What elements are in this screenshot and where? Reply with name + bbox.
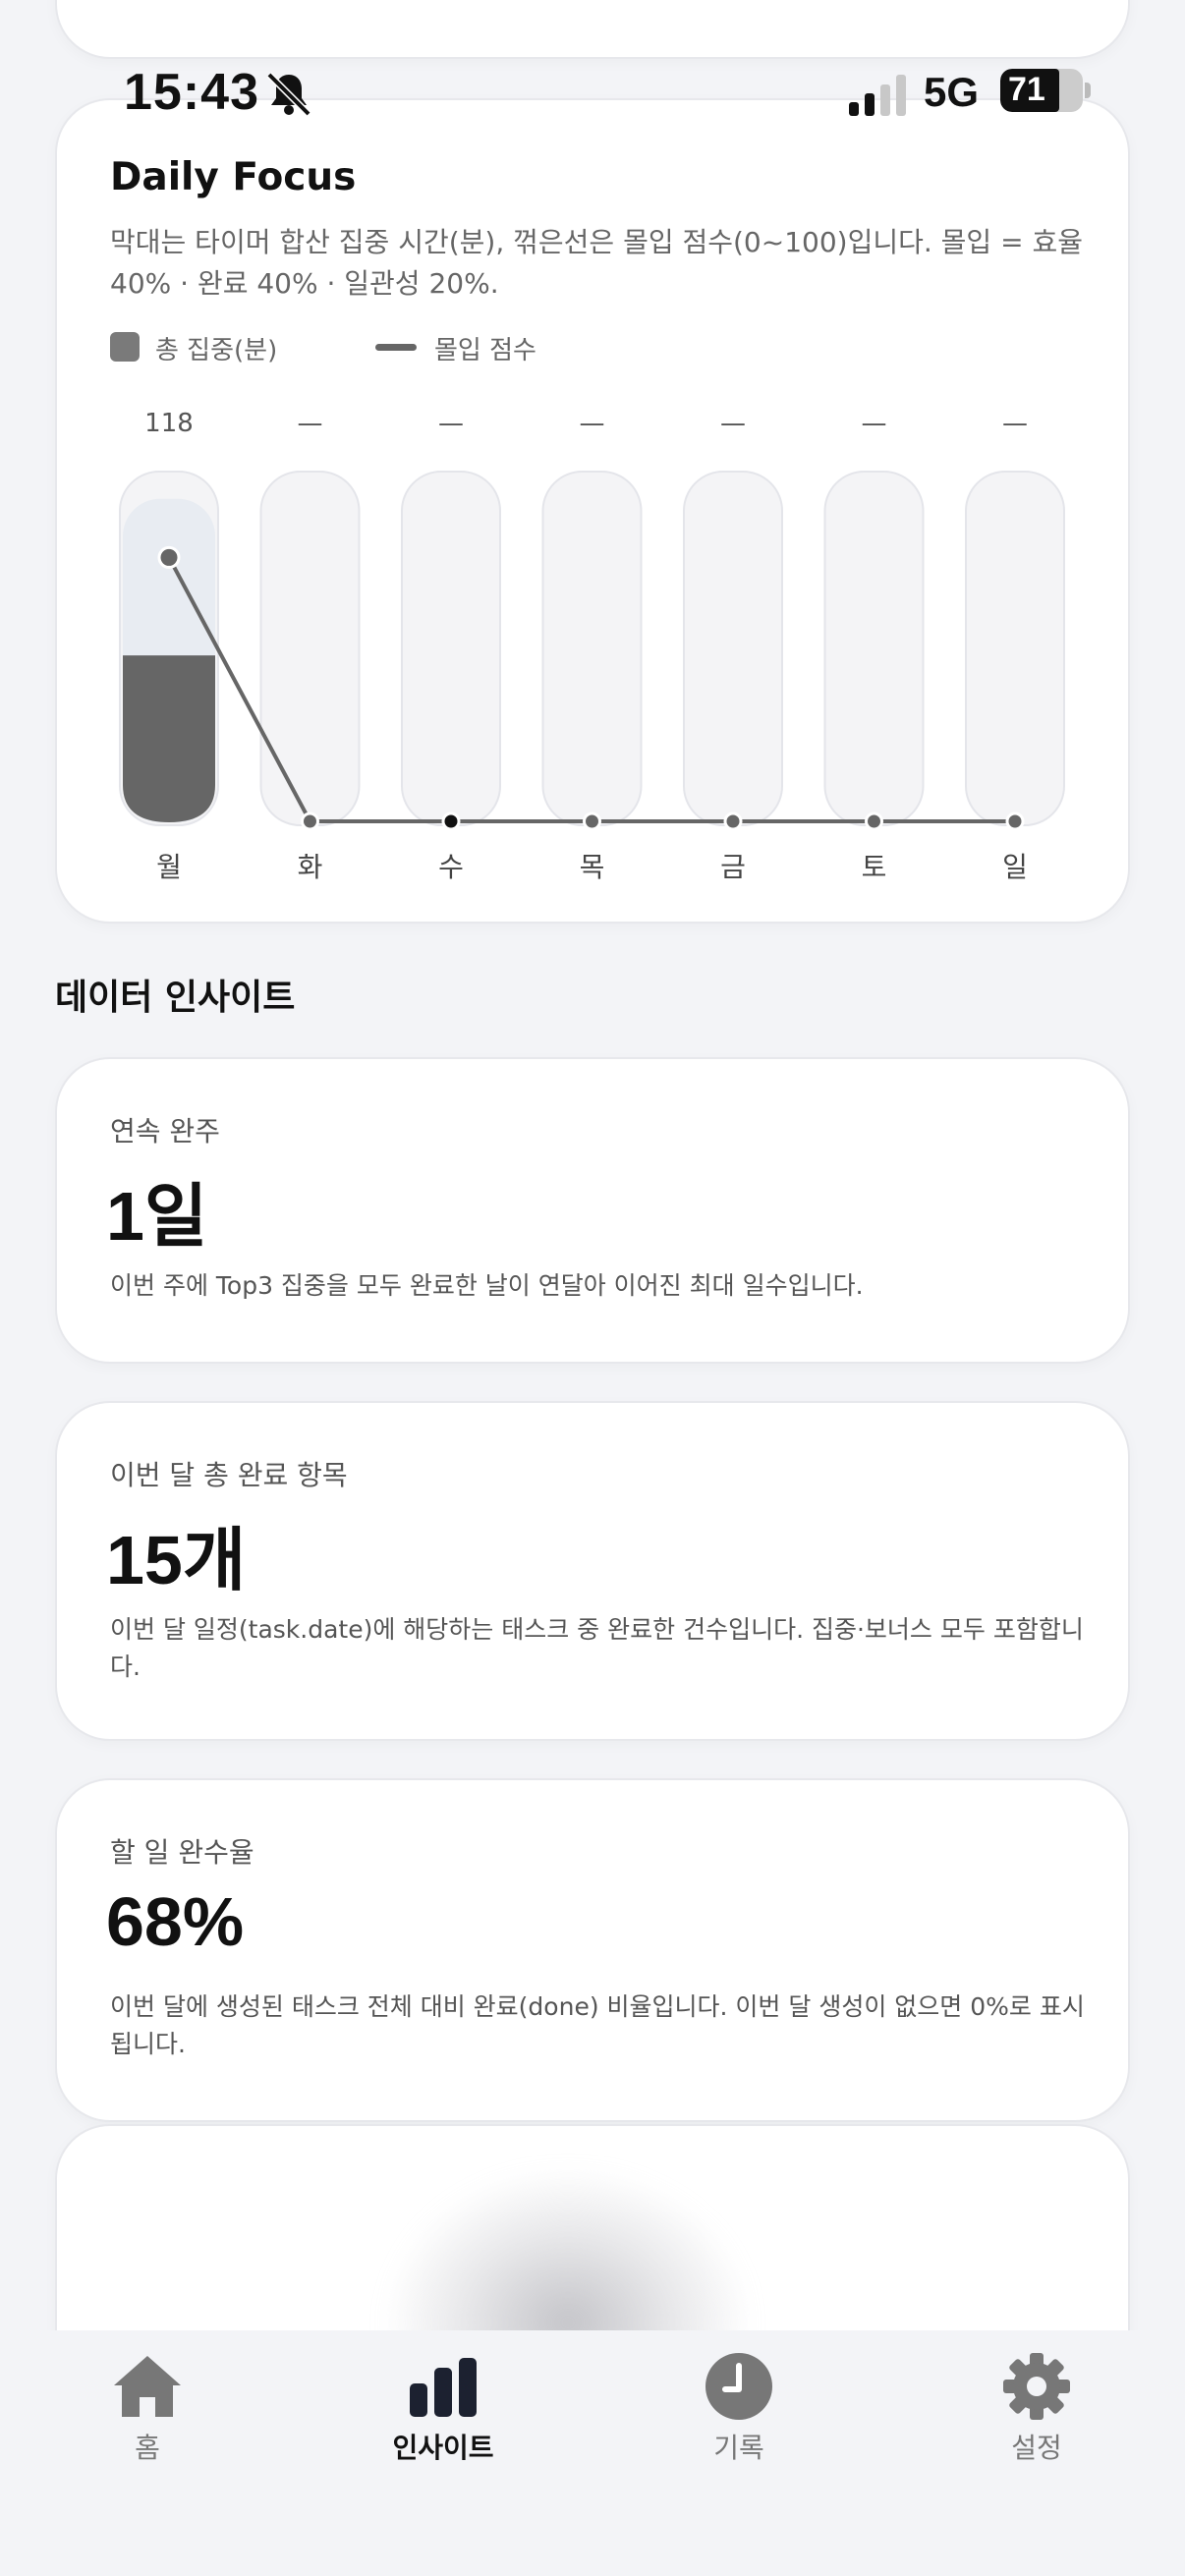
bar-track (823, 471, 925, 826)
monthly-done-description: 이번 달 일정(task.date)에 해당하는 태스크 중 완료한 건수입니다… (110, 1615, 1084, 1681)
bar-track (965, 471, 1065, 826)
streak-card: 연속 완주 1일 이번 주에 Top3 집중을 모두 완료한 날이 연달아 이어… (55, 1057, 1130, 1364)
battery-level: 71 (1008, 71, 1045, 108)
tab-settings[interactable]: 설정 (938, 2352, 1135, 2480)
day-label: 금 (720, 851, 746, 883)
day-label: 화 (298, 851, 323, 883)
day-label: 월 (156, 851, 182, 883)
completion-rate-card: 할 일 완수율 68% 이번 달에 생성된 태스크 전체 대비 완료(done)… (55, 1778, 1130, 2122)
tab-insights-label: 인사이트 (392, 2432, 494, 2464)
tab-insights[interactable]: 인사이트 (345, 2352, 541, 2480)
day-label: 수 (438, 851, 464, 883)
status-time: 15:43 (124, 64, 259, 121)
bar-value-label: — (1002, 409, 1028, 438)
daily-focus-card: Daily Focus 막대는 타이머 합산 집중 시간(분), 꺾은선은 몰입… (55, 98, 1130, 924)
insights-section-title: 데이터 인사이트 (55, 978, 296, 1018)
status-bar: 15:43 5G 71 (0, 59, 1185, 138)
tab-home[interactable]: 홈 (49, 2352, 246, 2480)
bar-track (401, 471, 501, 826)
cellular-signal-icon (849, 75, 906, 116)
bell-muted-icon (266, 72, 311, 117)
battery-icon: 71 (1000, 69, 1083, 112)
daily-focus-chart: 118 월 — 화 — 수 — 목 — 금 — 토 — 일 (119, 409, 1065, 883)
network-type: 5G (924, 69, 980, 115)
bar-value-label: 118 (144, 409, 194, 438)
focus-score-point (157, 545, 181, 569)
focus-score-point (865, 812, 883, 831)
bar-value-label: — (580, 409, 605, 438)
tab-history[interactable]: 기록 (641, 2352, 837, 2480)
battery-cap (1085, 83, 1091, 98)
gear-icon (1003, 2353, 1070, 2420)
bar-fill (123, 655, 215, 822)
previous-card (55, 0, 1130, 59)
monthly-done-label: 이번 달 총 완료 항목 (110, 1459, 348, 1491)
bar-value-label: — (438, 409, 464, 438)
bottom-tab-bar: 홈 인사이트 기록 설정 (0, 2330, 1185, 2576)
home-icon (114, 2356, 181, 2417)
streak-value: 1일 (106, 1178, 208, 1255)
focus-score-point (301, 812, 319, 831)
focus-score-point (723, 812, 743, 831)
streak-description: 이번 주에 Top3 집중을 모두 완료한 날이 연달아 이어진 최대 일수입니… (110, 1271, 864, 1300)
bar-track (259, 471, 361, 826)
day-label: 목 (580, 851, 605, 883)
completion-rate-value: 68% (106, 1883, 245, 1960)
bar-track (541, 471, 643, 826)
bar-value-label: — (298, 409, 323, 438)
completion-rate-description: 이번 달에 생성된 태스크 전체 대비 완료(done) 비율입니다. 이번 달… (110, 1992, 1085, 2058)
bar-chart-icon (410, 2358, 477, 2417)
monthly-done-card: 이번 달 총 완료 항목 15개 이번 달 일정(task.date)에 해당하… (55, 1401, 1130, 1741)
tab-home-label: 홈 (135, 2432, 160, 2464)
tab-history-label: 기록 (713, 2432, 764, 2464)
day-label: 토 (862, 851, 887, 883)
streak-label: 연속 완주 (110, 1115, 220, 1148)
focus-score-point (441, 812, 461, 831)
focus-score-point (583, 812, 601, 831)
monthly-done-value: 15개 (106, 1522, 247, 1598)
completion-rate-label: 할 일 완수율 (110, 1836, 254, 1869)
bar-track (683, 471, 783, 826)
day-label: 일 (1002, 851, 1028, 883)
bar-value-label: — (720, 409, 746, 438)
tab-settings-label: 설정 (1011, 2432, 1062, 2464)
focus-score-point (1005, 812, 1025, 831)
bar-value-label: — (862, 409, 887, 438)
clock-icon (705, 2353, 772, 2420)
